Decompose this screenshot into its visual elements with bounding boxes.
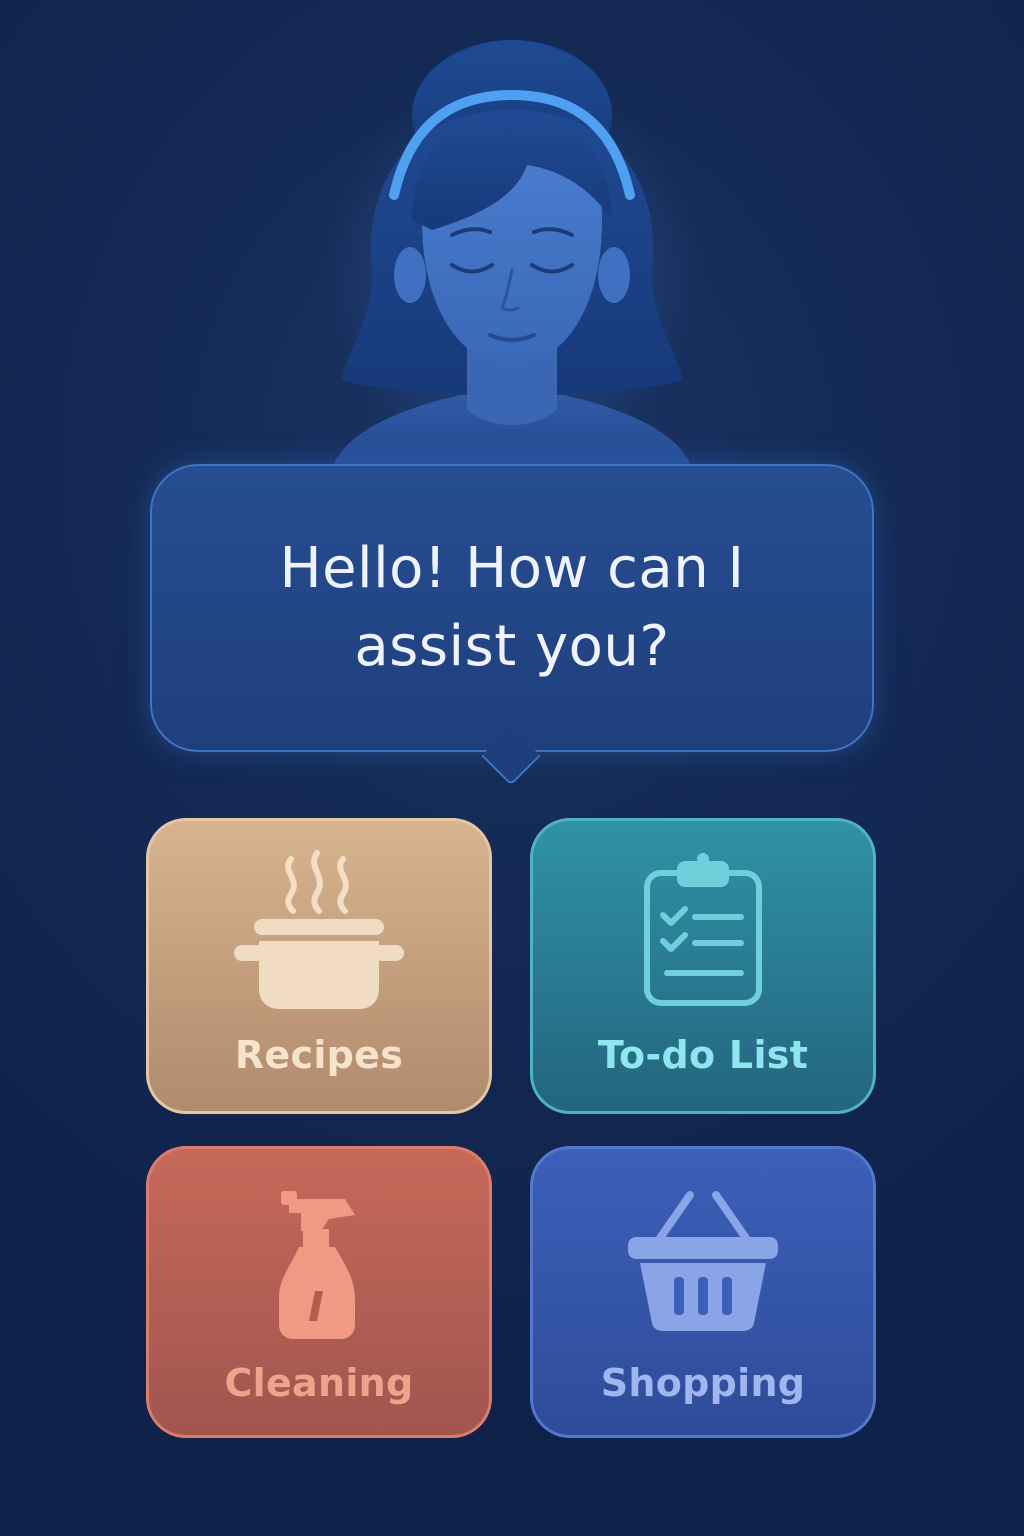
assistant-avatar [262, 20, 762, 470]
clipboard-checklist-icon [533, 851, 873, 1011]
shopping-label: Shopping [600, 1361, 806, 1405]
shopping-tile[interactable]: Shopping [530, 1146, 876, 1438]
spray-bottle-icon [149, 1185, 489, 1345]
todo-list-label: To-do List [597, 1033, 809, 1077]
todo-list-tile[interactable]: To-do List [530, 818, 876, 1114]
recipes-tile[interactable]: Recipes [146, 818, 492, 1114]
cooking-pot-icon [149, 849, 489, 1019]
greeting-text: Hello! How can I assist you? [279, 536, 745, 679]
shopping-basket-icon [533, 1185, 873, 1335]
greeting-bubble: Hello! How can I assist you? [150, 464, 874, 752]
cleaning-label: Cleaning [224, 1361, 414, 1405]
cleaning-tile[interactable]: Cleaning [146, 1146, 492, 1438]
recipes-label: Recipes [234, 1033, 404, 1077]
